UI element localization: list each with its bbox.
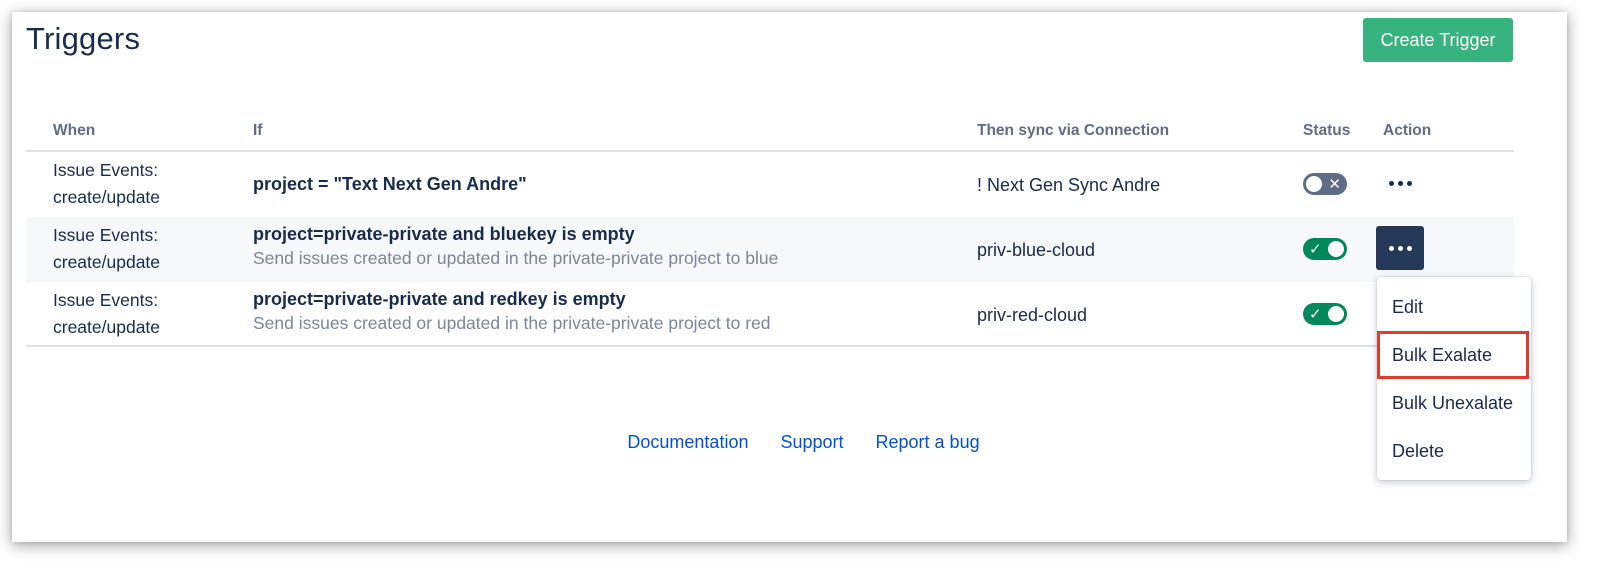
header-connection: Then sync via Connection [977, 122, 1170, 139]
triggers-table: When If Then sync via Connection Status … [26, 122, 1514, 347]
header-if: If [253, 122, 263, 139]
check-icon: ✓ [1309, 305, 1322, 323]
page-title: Triggers [26, 21, 141, 56]
status-toggle[interactable]: ✓ [1303, 238, 1347, 260]
condition-text: project = "Text Next Gen Andre" [253, 174, 527, 194]
create-trigger-button[interactable]: Create Trigger [1363, 18, 1513, 62]
action-dropdown-menu: Edit Bulk Exalate Bulk Unexalate Delete [1377, 277, 1531, 480]
table-header: When If Then sync via Connection Status … [26, 122, 1514, 152]
toggle-knob [1328, 306, 1344, 322]
menu-item-bulk-unexalate[interactable]: Bulk Unexalate [1377, 379, 1531, 427]
check-icon: ✓ [1309, 240, 1322, 258]
header-action: Action [1383, 122, 1432, 139]
more-horizontal-icon [1388, 245, 1412, 251]
condition-cell: project = "Text Next Gen Andre" [253, 174, 527, 195]
more-horizontal-icon [1388, 180, 1412, 186]
status-toggle[interactable]: ✕ [1303, 173, 1347, 195]
when-line-1: Issue Events: [53, 225, 159, 245]
condition-text: project=private-private and bluekey is e… [253, 224, 635, 244]
when-line-2: create/update [53, 317, 161, 337]
report-bug-link[interactable]: Report a bug [876, 432, 980, 453]
toggle-knob [1306, 176, 1322, 192]
menu-item-edit[interactable]: Edit [1377, 283, 1531, 331]
when-line-1: Issue Events: [53, 290, 159, 310]
connection-name: priv-blue-cloud [977, 240, 1096, 260]
toggle-knob [1328, 241, 1344, 257]
condition-cell: project=private-private and bluekey is e… [253, 224, 778, 269]
documentation-link[interactable]: Documentation [627, 432, 748, 453]
row-action-button[interactable] [1376, 226, 1424, 270]
header-status: Status [1303, 122, 1351, 139]
cross-icon: ✕ [1328, 175, 1341, 193]
condition-text: project=private-private and redkey is em… [253, 289, 626, 309]
connection-name: priv-red-cloud [977, 305, 1088, 325]
status-toggle[interactable]: ✓ [1303, 303, 1347, 325]
table-row: Issue Events: create/update project = "T… [26, 152, 1514, 217]
row-action-button[interactable] [1376, 161, 1424, 205]
menu-item-delete[interactable]: Delete [1377, 427, 1531, 475]
condition-cell: project=private-private and redkey is em… [253, 289, 771, 334]
when-cell: Issue Events: create/update [53, 287, 160, 341]
when-line-2: create/update [53, 252, 161, 272]
when-line-1: Issue Events: [53, 160, 159, 180]
when-cell: Issue Events: create/update [53, 157, 160, 211]
condition-description: Send issues created or updated in the pr… [253, 313, 771, 333]
support-link[interactable]: Support [780, 432, 843, 453]
triggers-panel: Triggers Create Trigger When If Then syn… [12, 12, 1567, 542]
table-row: Issue Events: create/update project=priv… [26, 282, 1514, 347]
condition-description: Send issues created or updated in the pr… [253, 248, 779, 268]
table-row: Issue Events: create/update project=priv… [26, 217, 1514, 282]
when-cell: Issue Events: create/update [53, 222, 160, 276]
when-line-2: create/update [53, 187, 161, 207]
menu-item-bulk-exalate[interactable]: Bulk Exalate [1377, 331, 1529, 379]
connection-name: ! Next Gen Sync Andre [977, 175, 1161, 195]
header-when: When [53, 122, 96, 139]
footer-links: Documentation Support Report a bug [12, 432, 1567, 453]
